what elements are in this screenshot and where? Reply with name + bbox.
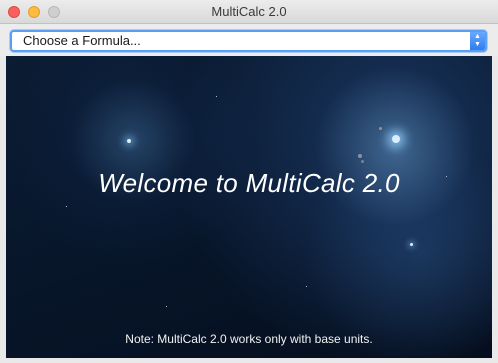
title-bar[interactable]: MultiCalc 2.0 — [0, 0, 498, 24]
star-decoration — [66, 206, 67, 207]
star-decoration — [361, 160, 364, 163]
welcome-background: Welcome to MultiCalc 2.0 Note: MultiCalc… — [6, 56, 492, 358]
formula-select[interactable]: Choose a Formula... ▲ ▼ — [10, 30, 487, 52]
select-arrows-icon[interactable]: ▲ ▼ — [470, 32, 485, 50]
star-decoration — [127, 139, 131, 143]
star-decoration — [379, 127, 382, 130]
star-decoration — [306, 286, 307, 287]
star-decoration — [166, 306, 167, 307]
window-title: MultiCalc 2.0 — [211, 4, 287, 19]
star-decoration — [410, 243, 413, 246]
formula-select-value: Choose a Formula... — [23, 33, 141, 48]
star-decoration — [392, 135, 400, 143]
toolbar: Choose a Formula... ▲ ▼ — [0, 24, 498, 56]
base-units-note: Note: MultiCalc 2.0 works only with base… — [125, 332, 373, 346]
welcome-heading: Welcome to MultiCalc 2.0 — [98, 168, 400, 198]
app-window: MultiCalc 2.0 Choose a Formula... ▲ ▼ Wel… — [0, 0, 498, 363]
star-decoration — [358, 154, 362, 158]
star-decoration — [216, 96, 217, 97]
